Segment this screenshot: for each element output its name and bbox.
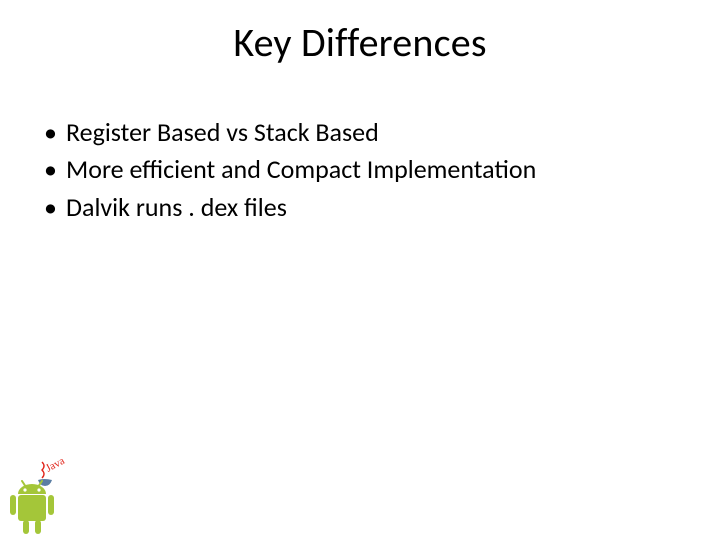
android-icon: Java <box>4 454 84 536</box>
slide: Key Differences Register Based vs Stack … <box>0 0 720 540</box>
bullet-item: Dalvik runs . dex files <box>44 191 676 224</box>
slide-title: Key Differences <box>0 18 720 67</box>
bullet-item: More efficient and Compact Implementatio… <box>44 153 676 186</box>
slide-body: Register Based vs Stack Based More effic… <box>44 116 676 228</box>
bullet-list: Register Based vs Stack Based More effic… <box>44 116 676 224</box>
java-text: Java <box>44 455 67 475</box>
bullet-item: Register Based vs Stack Based <box>44 116 676 149</box>
android-java-icon: Java <box>4 454 84 536</box>
android-robot-icon <box>10 481 54 534</box>
